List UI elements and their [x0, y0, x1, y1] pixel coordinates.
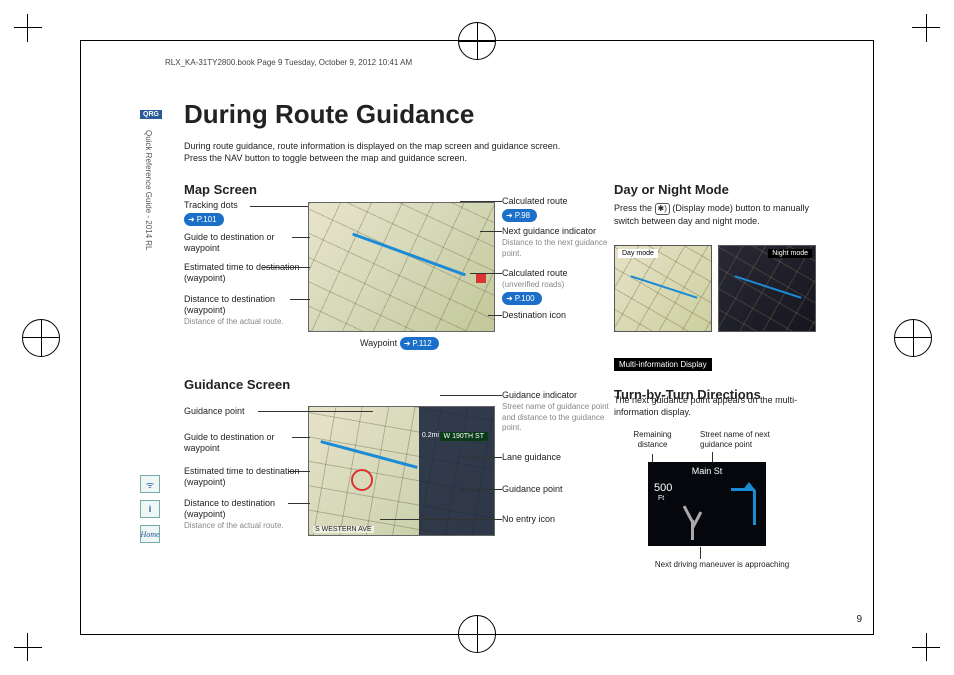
- turn-by-turn-text: The next guidance point appears on the m…: [614, 394, 809, 418]
- page-ref-98[interactable]: P.98: [502, 209, 537, 222]
- page-ref-112[interactable]: P.112: [400, 337, 439, 350]
- page-title: During Route Guidance: [184, 99, 474, 130]
- night-mode-label: Night mode: [768, 249, 812, 258]
- annot-remaining-dist: Remaining distance: [625, 430, 680, 449]
- sidebar-vertical-text: Quick Reference Guide - 2014 RL: [144, 130, 153, 251]
- callout-eta: Estimated time to destination (waypoint): [184, 262, 304, 284]
- callout-distance2: Distance to destination (waypoint)Distan…: [184, 498, 304, 530]
- mfd-street: Main St: [648, 462, 766, 476]
- callout-guidance-indicator: Guidance indicatorStreet name of guidanc…: [502, 390, 612, 433]
- multi-info-display-badge: Multi-information Display: [614, 358, 712, 371]
- page-number: 9: [856, 614, 862, 625]
- qrg-badge: QRG: [140, 110, 162, 119]
- callout-guide-dest2: Guide to destination or waypoint: [184, 432, 304, 454]
- turn-arrow-icon: [731, 488, 756, 525]
- running-header: RLX_KA-31TY2800.book Page 9 Tuesday, Oct…: [165, 58, 412, 67]
- callout-eta2: Estimated time to destination (waypoint): [184, 466, 304, 488]
- guidance-screen-image: W 190TH ST 0.2mi S WESTERN AVE: [308, 406, 495, 536]
- waypoint-label: Waypoint P.112: [360, 335, 439, 350]
- display-mode-button-icon: ✱): [655, 203, 670, 215]
- callout-distance: Distance to destination (waypoint)Distan…: [184, 294, 304, 326]
- annot-street-next: Street name of next guidance point: [700, 430, 800, 449]
- page-ref-100[interactable]: P.100: [502, 292, 542, 305]
- callout-calc-route: Calculated routeP.98: [502, 196, 612, 222]
- day-night-text: Press the ✱) (Display mode) button to ma…: [614, 202, 814, 227]
- map-screen-image: [308, 202, 495, 332]
- callout-tracking-dots: Tracking dotsP.101: [184, 200, 304, 226]
- day-mode-map: Day mode: [614, 245, 712, 332]
- callout-no-entry: No entry icon: [502, 514, 612, 525]
- day-night-maps: Day mode Night mode: [614, 245, 816, 332]
- multi-info-display: Main St 500 Ft: [648, 462, 766, 546]
- callout-guidance-point-r: Guidance point: [502, 484, 612, 495]
- info-icon: i: [140, 500, 160, 518]
- intro-line1: During route guidance, route information…: [184, 141, 560, 151]
- callout-next-guidance: Next guidance indicatorDistance to the n…: [502, 226, 612, 258]
- callout-guide-dest: Guide to destination or waypoint: [184, 232, 304, 254]
- day-mode-label: Day mode: [618, 249, 658, 258]
- page-ref-101[interactable]: P.101: [184, 213, 224, 226]
- map-screen-heading: Map Screen: [184, 182, 504, 197]
- intro-line2: Press the NAV button to toggle between t…: [184, 153, 467, 163]
- mfd-distance-unit: Ft: [658, 495, 664, 502]
- intro-text: During route guidance, route information…: [184, 140, 604, 164]
- guidance-street: W 190TH ST: [440, 432, 488, 441]
- guidance-screen-heading: Guidance Screen: [184, 377, 290, 392]
- callout-lane-guidance: Lane guidance: [502, 452, 612, 463]
- guidance-bottom-street: S WESTERN AVE: [313, 526, 374, 533]
- callout-dest-icon: Destination icon: [502, 310, 612, 321]
- guidance-dist: 0.2mi: [422, 432, 439, 439]
- day-night-heading: Day or Night Mode: [614, 182, 814, 197]
- mfd-distance-number: 500: [654, 482, 672, 494]
- voice-icon: ᯤ: [140, 475, 160, 493]
- annot-next-maneuver: Next driving maneuver is approaching: [627, 560, 817, 570]
- home-icon: Home: [140, 525, 160, 543]
- night-mode-map: Night mode: [718, 245, 816, 332]
- callout-unverified: Calculated route(unverified roads)P.100: [502, 268, 612, 305]
